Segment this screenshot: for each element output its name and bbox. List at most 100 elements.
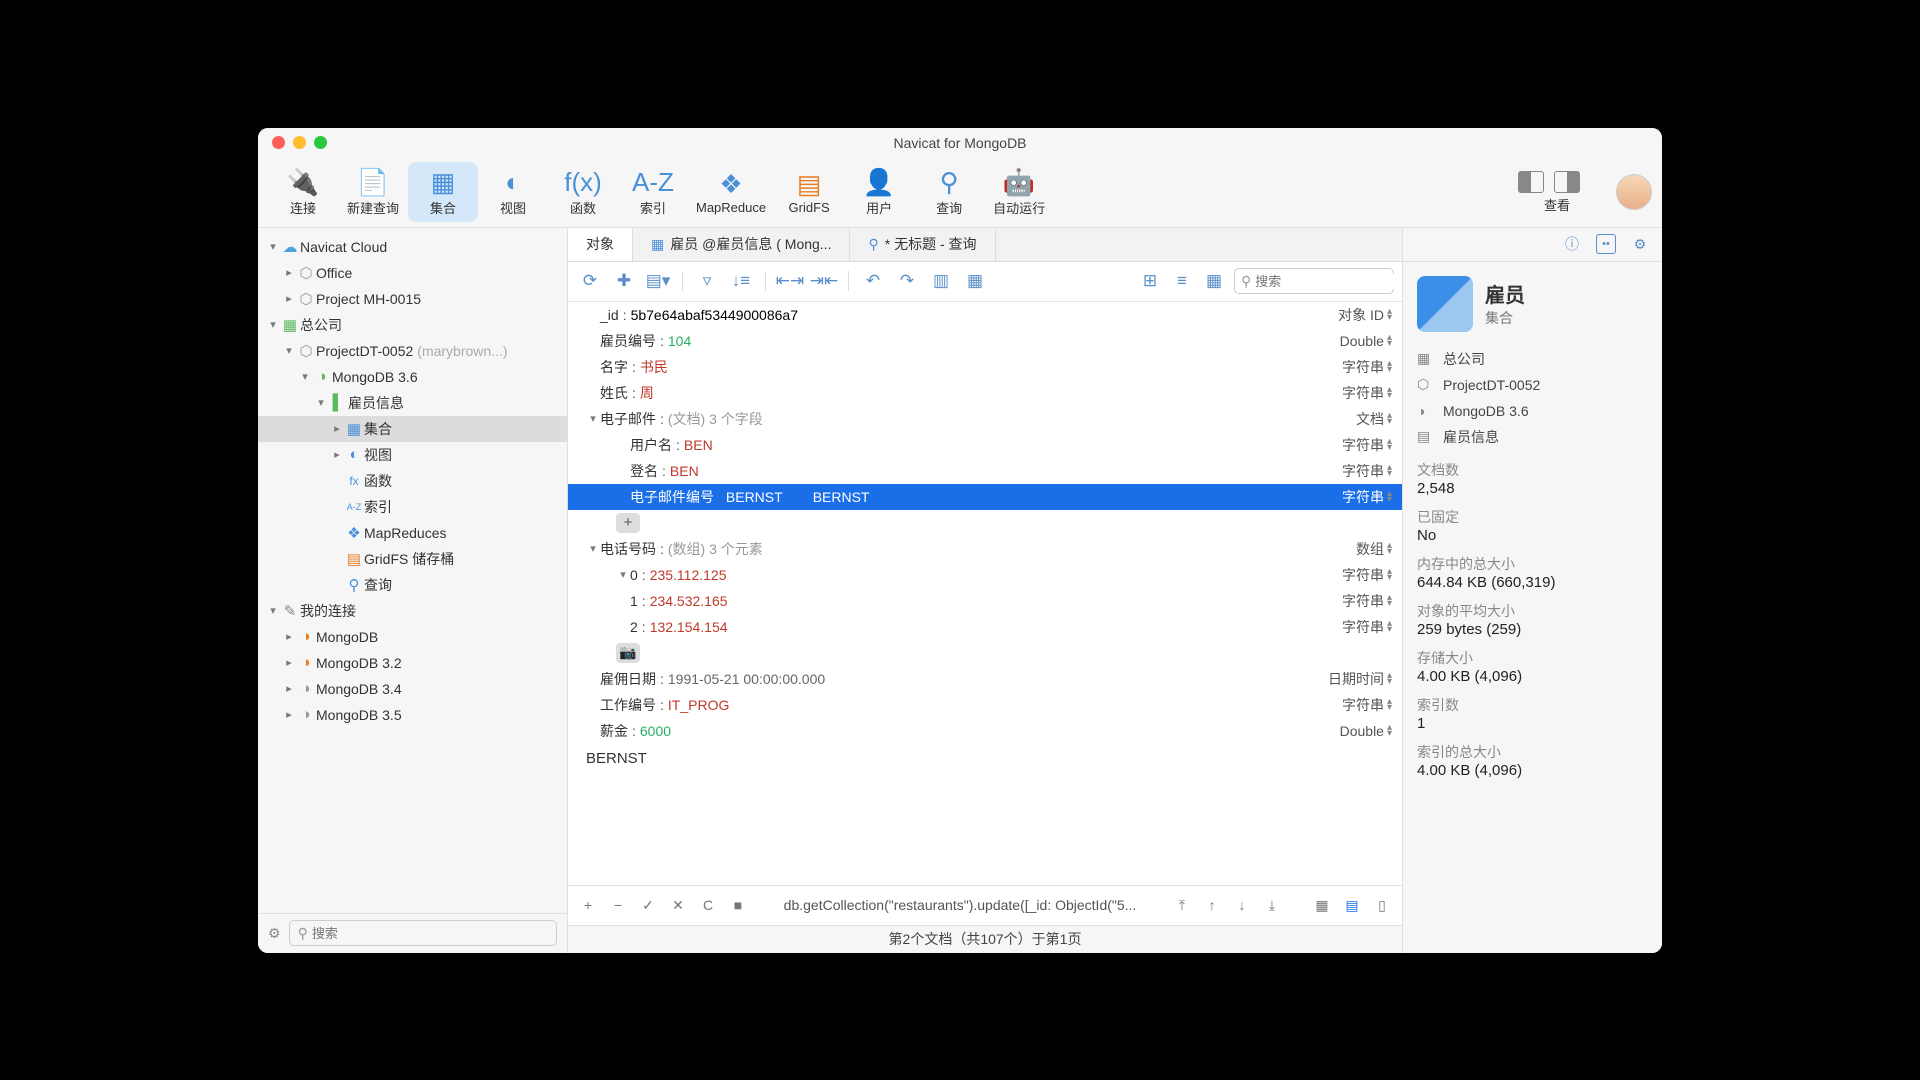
- tree-node[interactable]: ▾▦总公司: [258, 312, 567, 338]
- grid-view-icon[interactable]: ⊞: [1136, 267, 1164, 295]
- layout-left-button[interactable]: [1518, 171, 1544, 193]
- field-type[interactable]: 字符串 ▴▾: [1342, 435, 1392, 455]
- refresh-footer-button[interactable]: C: [698, 897, 718, 913]
- field-type[interactable]: 文档 ▴▾: [1356, 409, 1392, 429]
- path-item[interactable]: ▤雇员信息: [1417, 424, 1648, 450]
- form-view-icon[interactable]: ▦: [1200, 267, 1228, 295]
- minimize-icon[interactable]: [293, 136, 306, 149]
- tree-node[interactable]: ▸⬡Office: [258, 260, 567, 286]
- prev-page-button[interactable]: ↑: [1202, 897, 1222, 913]
- list-view-icon[interactable]: ≡: [1168, 267, 1196, 295]
- first-page-button[interactable]: ⤒: [1172, 897, 1192, 914]
- doc-row[interactable]: 雇员编号:104Double ▴▾: [568, 328, 1402, 354]
- doc-row[interactable]: 1:234.532.165字符串 ▴▾: [568, 588, 1402, 614]
- doc-row[interactable]: _id:5b7e64abaf5344900086a7对象 ID ▴▾: [568, 302, 1402, 328]
- chart-button[interactable]: ▥: [927, 267, 955, 295]
- doc-row[interactable]: ▾电话号码:(数组) 3 个元素数组 ▴▾: [568, 536, 1402, 562]
- toolbar-function-button[interactable]: f(x)函数: [548, 162, 618, 222]
- path-item[interactable]: ⬡ProjectDT-0052: [1417, 372, 1648, 398]
- tree-node[interactable]: ▸◐视图: [258, 442, 567, 468]
- field-type[interactable]: Double ▴▾: [1340, 333, 1392, 349]
- refresh-button[interactable]: ⟳: [576, 267, 604, 295]
- field-type[interactable]: 字符串 ▴▾: [1342, 565, 1392, 585]
- tree-node[interactable]: ⚲查询: [258, 572, 567, 598]
- toolbar-view-button[interactable]: ◐视图: [478, 162, 548, 222]
- tree-node[interactable]: ▤GridFS 储存桶: [258, 546, 567, 572]
- doc-row[interactable]: 工作编号:IT_PROG字符串 ▴▾: [568, 692, 1402, 718]
- expand-button[interactable]: ⇤⇥: [776, 267, 804, 295]
- sidebar-search[interactable]: ⚲: [289, 920, 557, 946]
- save-button[interactable]: ▤▾: [644, 267, 672, 295]
- tab[interactable]: ▦雇员 @雇员信息 ( Mong...: [633, 228, 850, 261]
- new-doc-button[interactable]: ✚: [610, 267, 638, 295]
- toolbar-newquery-button[interactable]: 📄新建查询: [338, 162, 408, 222]
- field-type[interactable]: 字符串 ▴▾: [1342, 383, 1392, 403]
- cancel-button[interactable]: ✕: [668, 897, 688, 914]
- tree-node[interactable]: ▸◑MongoDB 3.4: [258, 676, 567, 702]
- ddl-icon[interactable]: ••: [1596, 234, 1616, 254]
- doc-row[interactable]: 用户名:BEN字符串 ▴▾: [568, 432, 1402, 458]
- mode-tree-icon[interactable]: ▤: [1342, 897, 1362, 914]
- zoom-icon[interactable]: [314, 136, 327, 149]
- toolbar-index-button[interactable]: A-Z索引: [618, 162, 688, 222]
- analyze-button[interactable]: ▦: [961, 267, 989, 295]
- field-type[interactable]: 对象 ID ▴▾: [1338, 305, 1392, 325]
- field-type[interactable]: 字符串 ▴▾: [1342, 591, 1392, 611]
- tree-node[interactable]: A-Z索引: [258, 494, 567, 520]
- doc-row[interactable]: ▾电子邮件:(文档) 3 个字段文档 ▴▾: [568, 406, 1402, 432]
- next-page-button[interactable]: ↓: [1232, 897, 1252, 913]
- tree-node[interactable]: ❖MapReduces: [258, 520, 567, 546]
- settings-icon[interactable]: ⚙: [268, 925, 281, 942]
- collapse-button[interactable]: ⇥⇤: [810, 267, 838, 295]
- filter-button[interactable]: ▿: [693, 267, 721, 295]
- field-type[interactable]: 字符串 ▴▾: [1342, 461, 1392, 481]
- toolbar-user-button[interactable]: 👤用户: [844, 162, 914, 222]
- field-type[interactable]: 字符串 ▴▾: [1342, 695, 1392, 715]
- field-type[interactable]: 数组 ▴▾: [1356, 539, 1392, 559]
- tree-node[interactable]: ▸⬡Project MH-0015: [258, 286, 567, 312]
- tree-node[interactable]: ▸◑MongoDB 3.5: [258, 702, 567, 728]
- mode-json-icon[interactable]: ▯: [1372, 897, 1392, 914]
- doc-row[interactable]: 雇佣日期:1991-05-21 00:00:00.000日期时间 ▴▾: [568, 666, 1402, 692]
- info-icon[interactable]: ⓘ: [1562, 234, 1582, 254]
- tree-node[interactable]: ▸◑MongoDB: [258, 624, 567, 650]
- field-type[interactable]: 日期时间 ▴▾: [1328, 669, 1392, 689]
- tree-node[interactable]: fx函数: [258, 468, 567, 494]
- tab[interactable]: 对象: [568, 228, 633, 261]
- close-icon[interactable]: [272, 136, 285, 149]
- field-type[interactable]: 字符串 ▴▾: [1342, 617, 1392, 637]
- tree-node[interactable]: ▸▦集合: [258, 416, 567, 442]
- mode-grid-icon[interactable]: ▦: [1312, 897, 1332, 914]
- import-button[interactable]: ↶: [859, 267, 887, 295]
- doc-row[interactable]: 登名:BEN字符串 ▴▾: [568, 458, 1402, 484]
- toolbar-mapreduce-button[interactable]: ❖MapReduce: [688, 162, 774, 222]
- add-row-button[interactable]: +: [578, 897, 598, 913]
- path-item[interactable]: ▦总公司: [1417, 346, 1648, 372]
- toolbar-collection-button[interactable]: ▦集合: [408, 162, 478, 222]
- layout-right-button[interactable]: [1554, 171, 1580, 193]
- edit-value-box[interactable]: BERNST: [586, 750, 1402, 767]
- tree-node[interactable]: ▸◑MongoDB 3.2: [258, 650, 567, 676]
- tree-node[interactable]: ▾◑MongoDB 3.6: [258, 364, 567, 390]
- doc-row[interactable]: 2:132.154.154字符串 ▴▾: [568, 614, 1402, 640]
- doc-row[interactable]: 姓氏:周字符串 ▴▾: [568, 380, 1402, 406]
- tree-node[interactable]: ▾☁Navicat Cloud: [258, 234, 567, 260]
- sort-button[interactable]: ↓≡: [727, 267, 755, 295]
- path-item[interactable]: ◑MongoDB 3.6: [1417, 398, 1648, 424]
- field-type[interactable]: 字符串 ▴▾: [1342, 487, 1392, 507]
- tree-node[interactable]: ▾✎我的连接: [258, 598, 567, 624]
- tab[interactable]: ⚲* 无标题 - 查询: [850, 228, 995, 261]
- doc-row[interactable]: 薪金:6000Double ▴▾: [568, 718, 1402, 744]
- toolbar-autorun-button[interactable]: 🤖自动运行: [984, 162, 1054, 222]
- add-field-button[interactable]: +: [616, 513, 640, 533]
- tree-node[interactable]: ▾▌雇员信息: [258, 390, 567, 416]
- doc-row[interactable]: 名字:书民字符串 ▴▾: [568, 354, 1402, 380]
- commit-button[interactable]: ✓: [638, 897, 658, 914]
- toolbar-connect-button[interactable]: 🔌连接: [268, 162, 338, 222]
- sidebar-search-input[interactable]: [312, 926, 548, 941]
- delete-row-button[interactable]: −: [608, 897, 628, 913]
- tree-node[interactable]: ▾⬡ProjectDT-0052(marybrown...): [258, 338, 567, 364]
- field-type[interactable]: Double ▴▾: [1340, 723, 1392, 739]
- doc-search[interactable]: ⚲: [1234, 268, 1394, 294]
- last-page-button[interactable]: ⤓: [1262, 897, 1282, 914]
